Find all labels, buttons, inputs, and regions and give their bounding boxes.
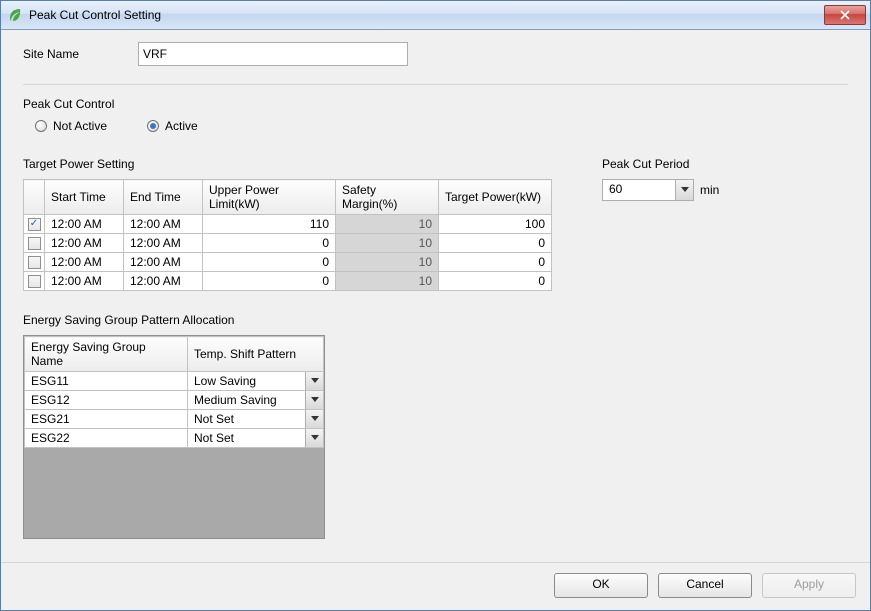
cell-esg-pattern[interactable]: Medium Saving (188, 391, 324, 410)
cell-safety-margin: 10 (336, 234, 439, 253)
pattern-value: Low Saving (188, 372, 305, 390)
cell-safety-margin: 10 (336, 253, 439, 272)
cell-target-power[interactable]: 0 (439, 253, 552, 272)
pattern-value: Not Set (188, 410, 305, 428)
radio-not-active[interactable]: Not Active (35, 119, 107, 133)
cell-start-time[interactable]: 12:00 AM (45, 215, 124, 234)
target-power-table: Start Time End Time Upper Power Limit(kW… (23, 179, 552, 291)
cell-start-time[interactable]: 12:00 AM (45, 234, 124, 253)
window: Peak Cut Control Setting Site Name Peak … (0, 0, 871, 611)
pattern-value: Medium Saving (188, 391, 305, 409)
divider (23, 84, 848, 85)
leaf-icon (7, 7, 23, 23)
target-power-setting-section: Target Power Setting Start Time End Time… (23, 157, 552, 291)
peak-cut-period-row: 60 min (602, 179, 719, 201)
cell-target-power[interactable]: 100 (439, 215, 552, 234)
col-header-check (24, 180, 45, 215)
site-name-label: Site Name (23, 47, 138, 61)
cell-end-time[interactable]: 12:00 AM (124, 253, 203, 272)
radio-not-active-indicator (35, 120, 47, 132)
cell-esg-pattern[interactable]: Low Saving (188, 372, 324, 391)
cell-esg-name: ESG22 (25, 429, 188, 448)
energy-saving-group-label: Energy Saving Group Pattern Allocation (23, 313, 848, 327)
radio-active[interactable]: Active (147, 119, 198, 133)
cell-esg-name: ESG21 (25, 410, 188, 429)
energy-saving-group-table-wrap: Energy Saving Group Name Temp. Shift Pat… (23, 335, 325, 539)
row-checkbox[interactable] (28, 256, 41, 269)
table-row: ESG12Medium Saving (25, 391, 324, 410)
cell-safety-margin: 10 (336, 215, 439, 234)
cell-esg-name: ESG12 (25, 391, 188, 410)
table-empty-area (24, 448, 324, 538)
table-row: 12:00 AM12:00 AM0100 (24, 234, 552, 253)
col-header-sm: Safety Margin(%) (336, 180, 439, 215)
energy-saving-group-section: Energy Saving Group Pattern Allocation E… (23, 313, 848, 539)
cell-upper-power-limit[interactable]: 110 (203, 215, 336, 234)
chevron-down-icon (305, 429, 323, 447)
ok-button[interactable]: OK (554, 573, 648, 598)
cell-target-power[interactable]: 0 (439, 234, 552, 253)
peak-cut-period-label: Peak Cut Period (602, 157, 719, 171)
peak-cut-control-radios: Not Active Active (35, 119, 848, 133)
site-name-row: Site Name (23, 42, 848, 66)
target-power-setting-label: Target Power Setting (23, 157, 552, 171)
cancel-button[interactable]: Cancel (658, 573, 752, 598)
table-row: ESG21Not Set (25, 410, 324, 429)
table-header-row: Start Time End Time Upper Power Limit(kW… (24, 180, 552, 215)
table-header-row: Energy Saving Group Name Temp. Shift Pat… (25, 337, 324, 372)
cell-end-time[interactable]: 12:00 AM (124, 215, 203, 234)
col-header-tp: Target Power(kW) (439, 180, 552, 215)
table-row: 12:00 AM12:00 AM11010100 (24, 215, 552, 234)
col-header-esg-name: Energy Saving Group Name (25, 337, 188, 372)
chevron-down-icon (675, 180, 693, 200)
radio-active-indicator (147, 120, 159, 132)
radio-active-label: Active (165, 119, 198, 133)
chevron-down-icon (305, 391, 323, 409)
apply-button[interactable]: Apply (762, 573, 856, 598)
cell-esg-pattern[interactable]: Not Set (188, 429, 324, 448)
cell-safety-margin: 10 (336, 272, 439, 291)
table-row: 12:00 AM12:00 AM0100 (24, 253, 552, 272)
cell-upper-power-limit[interactable]: 0 (203, 234, 336, 253)
row-checkbox[interactable] (28, 218, 41, 231)
dialog-footer: OK Cancel Apply (1, 562, 870, 610)
peak-cut-control-label: Peak Cut Control (23, 97, 848, 111)
site-name-input[interactable] (138, 42, 408, 66)
col-header-upl: Upper Power Limit(kW) (203, 180, 336, 215)
cell-start-time[interactable]: 12:00 AM (45, 272, 124, 291)
two-column-area: Target Power Setting Start Time End Time… (23, 157, 848, 291)
chevron-down-icon (305, 372, 323, 390)
cell-end-time[interactable]: 12:00 AM (124, 234, 203, 253)
table-row: ESG22Not Set (25, 429, 324, 448)
row-checkbox[interactable] (28, 237, 41, 250)
pattern-value: Not Set (188, 429, 305, 447)
energy-saving-group-table: Energy Saving Group Name Temp. Shift Pat… (24, 336, 324, 448)
cell-upper-power-limit[interactable]: 0 (203, 272, 336, 291)
dialog-body: Site Name Peak Cut Control Not Active Ac… (1, 30, 870, 562)
col-header-esg-pattern: Temp. Shift Pattern (188, 337, 324, 372)
close-button[interactable] (824, 5, 866, 25)
cell-target-power[interactable]: 0 (439, 272, 552, 291)
peak-cut-period-unit: min (700, 183, 719, 197)
table-row: 12:00 AM12:00 AM0100 (24, 272, 552, 291)
peak-cut-period-section: Peak Cut Period 60 min (602, 157, 719, 201)
window-title: Peak Cut Control Setting (29, 8, 824, 22)
cell-esg-pattern[interactable]: Not Set (188, 410, 324, 429)
table-row: ESG11Low Saving (25, 372, 324, 391)
row-checkbox[interactable] (28, 275, 41, 288)
cell-esg-name: ESG11 (25, 372, 188, 391)
peak-cut-period-value: 60 (603, 180, 675, 200)
chevron-down-icon (305, 410, 323, 428)
col-header-end: End Time (124, 180, 203, 215)
radio-not-active-label: Not Active (53, 119, 107, 133)
col-header-start: Start Time (45, 180, 124, 215)
titlebar: Peak Cut Control Setting (1, 1, 870, 30)
cell-start-time[interactable]: 12:00 AM (45, 253, 124, 272)
cell-end-time[interactable]: 12:00 AM (124, 272, 203, 291)
peak-cut-period-combo[interactable]: 60 (602, 179, 694, 201)
cell-upper-power-limit[interactable]: 0 (203, 253, 336, 272)
